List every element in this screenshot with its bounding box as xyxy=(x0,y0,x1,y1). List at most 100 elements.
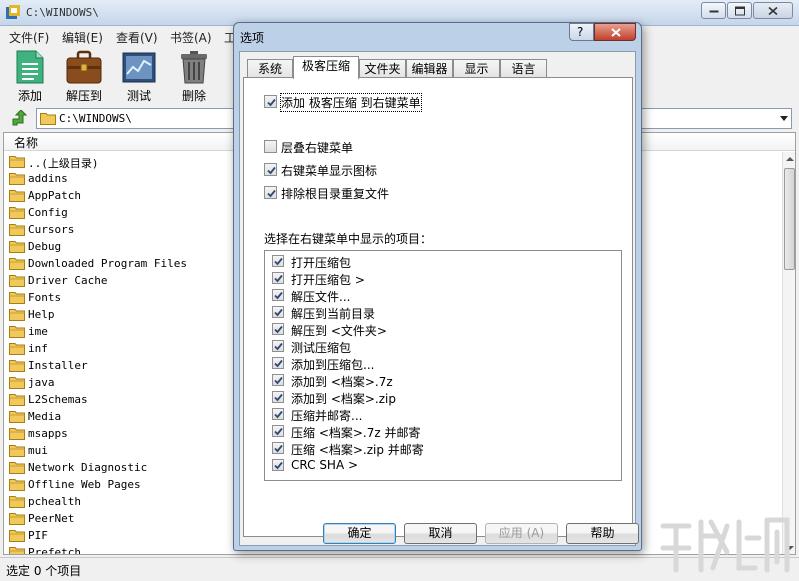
list-item-name: msapps xyxy=(28,427,68,440)
list-item[interactable]: 压缩 <档案>.zip 并邮寄 xyxy=(265,440,621,457)
folder-icon xyxy=(9,156,25,168)
item-checkbox[interactable] xyxy=(272,340,284,352)
item-checkbox[interactable] xyxy=(272,391,284,403)
folder-icon xyxy=(9,173,25,185)
folder-icon xyxy=(9,224,25,236)
item-checkbox[interactable] xyxy=(272,272,284,284)
help-button[interactable]: 帮助 xyxy=(566,523,639,544)
option-label[interactable]: 层叠右键菜单 xyxy=(281,139,353,156)
check-mark-icon xyxy=(274,393,283,402)
ok-button[interactable]: 确定 xyxy=(323,523,396,544)
maximize-icon xyxy=(734,6,745,15)
option-label[interactable]: 添加 极客压缩 到右键菜单 xyxy=(280,93,422,112)
dialog-close-button[interactable] xyxy=(594,23,636,41)
minimize-button[interactable] xyxy=(701,2,726,19)
list-item-name: PeerNet xyxy=(28,512,75,525)
option-checkbox[interactable] xyxy=(264,140,277,153)
list-item[interactable]: 解压到当前目录 xyxy=(265,304,621,321)
list-item[interactable]: 打开压缩包 > xyxy=(265,270,621,287)
item-checkbox[interactable] xyxy=(272,357,284,369)
tab-system[interactable]: 系统 xyxy=(247,59,293,78)
list-item-name: L2Schemas xyxy=(28,393,88,406)
close-button[interactable] xyxy=(753,2,793,19)
list-item[interactable]: 解压到 <文件夹> xyxy=(265,321,621,338)
option-checkbox[interactable] xyxy=(264,186,277,199)
scroll-up-icon[interactable] xyxy=(786,157,794,161)
list-item-name: Media xyxy=(28,410,62,423)
trash-can-icon xyxy=(181,51,207,84)
item-checkbox[interactable] xyxy=(272,442,284,454)
list-item[interactable]: 解压文件... xyxy=(265,287,621,304)
item-label: 添加到 <档案>.7z xyxy=(291,375,393,389)
folder-icon xyxy=(9,309,25,321)
check-mark-icon xyxy=(267,189,276,198)
option-label[interactable]: 排除根目录重复文件 xyxy=(281,185,389,202)
apply-button[interactable]: 应用 (A) xyxy=(485,523,558,544)
menu-file[interactable]: 文件(F) xyxy=(9,29,49,46)
tab-folders[interactable]: 文件夹 xyxy=(359,59,406,78)
item-label: CRC SHA > xyxy=(291,458,359,472)
maximize-button[interactable] xyxy=(727,2,752,19)
tab-geek-compress[interactable]: 极客压缩 xyxy=(293,56,359,79)
item-checkbox[interactable] xyxy=(272,459,284,471)
list-item[interactable]: 添加到压缩包... xyxy=(265,355,621,372)
check-mark-icon xyxy=(274,325,283,334)
folder-icon xyxy=(9,445,25,457)
list-item[interactable]: 压缩 <档案>.7z 并邮寄 xyxy=(265,423,621,440)
folder-icon xyxy=(9,292,25,304)
list-item[interactable]: 打开压缩包 xyxy=(265,253,621,270)
list-item[interactable]: 测试压缩包 xyxy=(265,338,621,355)
folder-icon xyxy=(9,496,25,508)
check-mark-icon xyxy=(274,444,283,453)
dialog-help-button[interactable]: ? xyxy=(569,23,594,41)
cancel-button[interactable]: 取消 xyxy=(404,523,477,544)
tab-language[interactable]: 语言 xyxy=(500,59,547,78)
item-checkbox[interactable] xyxy=(272,323,284,335)
list-item[interactable]: CRC SHA > xyxy=(265,457,621,474)
tab-display[interactable]: 显示 xyxy=(453,59,500,78)
list-item-name: addins xyxy=(28,172,68,185)
item-label: 打开压缩包 > xyxy=(291,273,365,287)
list-item-name: PIF xyxy=(28,529,48,542)
list-item-name: Downloaded Program Files xyxy=(28,257,187,270)
list-item-name: ime xyxy=(28,325,48,338)
item-checkbox[interactable] xyxy=(272,425,284,437)
item-checkbox[interactable] xyxy=(272,374,284,386)
option-checkbox[interactable] xyxy=(264,163,277,176)
list-item[interactable]: 添加到 <档案>.zip xyxy=(265,389,621,406)
item-checkbox[interactable] xyxy=(272,289,284,301)
folder-icon xyxy=(9,326,25,338)
menu-bookmarks[interactable]: 书签(A) xyxy=(170,29,212,46)
minimize-icon xyxy=(709,10,718,12)
add-archive-icon xyxy=(16,50,44,84)
delete-button[interactable]: 删除 xyxy=(169,50,219,104)
option-label[interactable]: 右键菜单显示图标 xyxy=(281,162,377,179)
check-mark-icon xyxy=(274,410,283,419)
option-checkbox[interactable] xyxy=(264,95,277,108)
folder-icon xyxy=(9,394,25,406)
tab-panel-geek-compress: 添加 极客压缩 到右键菜单 层叠右键菜单 右键菜单显示图标 排除根目录重复文件 选择在… xyxy=(243,77,633,537)
list-item[interactable]: 添加到 <档案>.7z xyxy=(265,372,621,389)
add-label: 添加 xyxy=(17,89,42,103)
check-mark-icon xyxy=(274,308,283,317)
item-checkbox[interactable] xyxy=(272,408,284,420)
check-mark-icon xyxy=(274,427,283,436)
menu-edit[interactable]: 编辑(E) xyxy=(62,29,103,46)
extract-to-button[interactable]: 解压到 xyxy=(59,50,109,104)
vertical-scrollbar[interactable] xyxy=(782,152,795,554)
up-folder-icon[interactable] xyxy=(10,110,28,128)
scroll-thumb[interactable] xyxy=(784,168,795,270)
tab-editor[interactable]: 编辑器 xyxy=(406,59,453,78)
folder-icon xyxy=(9,479,25,491)
list-item[interactable]: 压缩并邮寄... xyxy=(265,406,621,423)
item-label: 打开压缩包 xyxy=(291,256,352,270)
chevron-down-icon[interactable] xyxy=(780,116,788,121)
check-mark-icon xyxy=(274,257,283,266)
add-button[interactable]: 添加 xyxy=(5,50,55,104)
context-menu-items-list[interactable]: 打开压缩包打开压缩包 > 解压文件... 解压到当前目录 解压到 <文件夹> 测试压缩包… xyxy=(264,250,622,481)
item-checkbox[interactable] xyxy=(272,306,284,318)
test-button[interactable]: 测试 xyxy=(114,50,164,104)
watermark-logo xyxy=(660,517,790,573)
item-checkbox[interactable] xyxy=(272,255,284,267)
menu-view[interactable]: 查看(V) xyxy=(116,29,158,46)
